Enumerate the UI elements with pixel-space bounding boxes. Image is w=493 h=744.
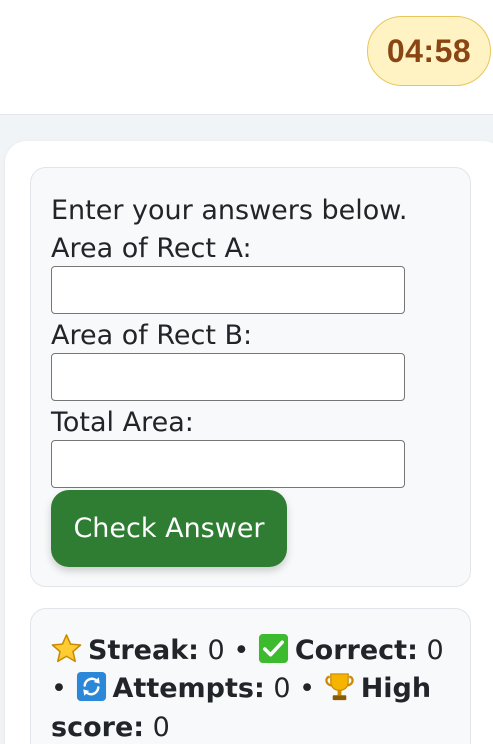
attempts-value: 0 (273, 673, 291, 704)
stats-line-1: Streak: 0 • Correct: 0 (51, 632, 444, 670)
high-score-label-part-2: score: (51, 712, 145, 743)
separator: • (51, 673, 67, 704)
separator: • (233, 635, 250, 666)
attempts-label: Attempts: (112, 673, 265, 704)
rect-b-area-input[interactable] (51, 353, 405, 401)
trophy-icon (324, 671, 355, 702)
correct-label: Correct: (294, 635, 418, 666)
high-score-label-part-1: High (360, 673, 432, 704)
total-area-input[interactable] (51, 440, 405, 488)
check-answer-button[interactable]: Check Answer (51, 490, 287, 567)
stats-line-2: • Attempts: 0 • High (51, 670, 431, 708)
stats-line-3: score: 0 (51, 709, 170, 744)
separator: • (299, 673, 316, 704)
rect-a-area-input[interactable] (51, 266, 405, 314)
star-icon (51, 633, 82, 664)
streak-label: Streak: (88, 635, 199, 666)
countdown-timer: 04:58 (367, 16, 491, 86)
high-score-value: 0 (152, 712, 170, 743)
correct-value: 0 (426, 635, 444, 666)
streak-value: 0 (207, 635, 225, 666)
total-area-label: Total Area: (51, 407, 194, 438)
checkmark-icon (258, 633, 289, 664)
instructions-text: Enter your answers below. (51, 195, 408, 226)
refresh-icon (76, 671, 107, 702)
rect-a-label: Area of Rect A: (51, 233, 252, 264)
rect-b-label: Area of Rect B: (51, 320, 253, 351)
top-bar: 04:58 (0, 0, 493, 115)
